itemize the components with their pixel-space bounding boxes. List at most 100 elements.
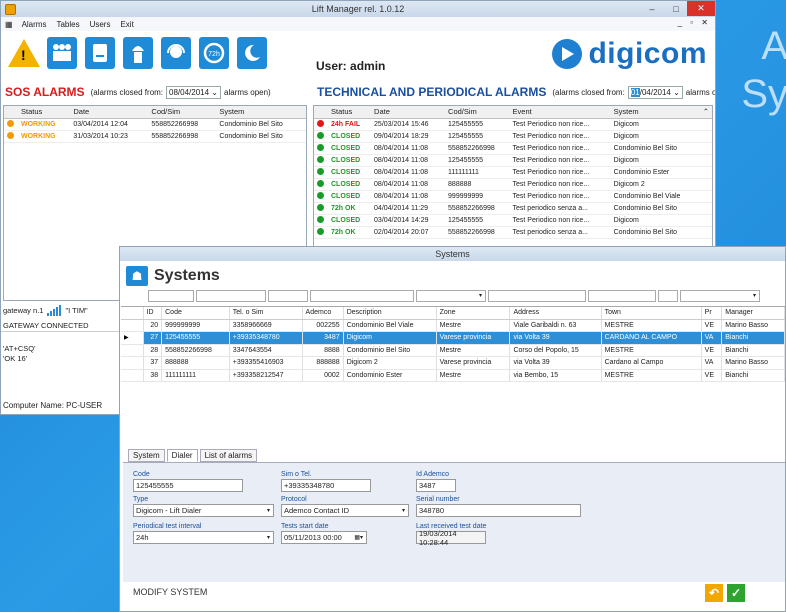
protocol-select[interactable]: Ademco Contact ID ▾ [281, 504, 409, 517]
tech-col-system[interactable]: System [610, 106, 700, 119]
filter-ademco[interactable] [268, 290, 308, 302]
night-mode-icon[interactable] [237, 37, 267, 69]
col-pr[interactable]: Pr [701, 307, 723, 320]
scroll-track[interactable] [699, 142, 712, 155]
row-selector[interactable]: ▶ [121, 331, 144, 345]
sos-date-picker[interactable]: 08/04/2014 ⌄ [166, 85, 222, 99]
tech-row[interactable]: 72h OK 04/04/2014 11:29 558852266998 Test p… [314, 202, 712, 215]
scroll-track[interactable] [699, 154, 712, 167]
tech-row[interactable]: CLOSED 08/04/2014 11:08 888888 Test Periodi… [314, 178, 712, 191]
col-manager[interactable]: Manager [721, 307, 785, 320]
confirm-check-icon[interactable]: ✓ [727, 584, 745, 602]
tech-row[interactable]: CLOSED 08/04/2014 11:08 558852266998 Test P… [314, 142, 712, 155]
row-selector[interactable] [121, 356, 144, 370]
tech-row[interactable]: 24h FAIL 25/03/2014 15:46 125455555 Test Pe… [314, 118, 712, 131]
tab-system[interactable]: System [128, 449, 165, 462]
systems-row[interactable]: ▶ 27 125455555 +39335348780 3487 Digicom Vares… [121, 331, 785, 345]
scroll-track[interactable] [699, 190, 712, 203]
operator-headset-icon[interactable] [161, 37, 191, 69]
tech-date-picker[interactable]: 01/04/2014 ⌄ [627, 85, 683, 99]
filter-pr[interactable] [658, 290, 678, 302]
systems-cell-manager: Marino Basso [721, 319, 785, 332]
filter-address[interactable] [488, 290, 586, 302]
tab-list-of-alarms[interactable]: List of alarms [199, 449, 258, 462]
type-select[interactable]: Digicom - Lift Dialer ▾ [133, 504, 274, 517]
row-selector[interactable] [121, 344, 144, 357]
scroll-track[interactable] [699, 226, 712, 239]
technician-icon[interactable] [123, 37, 153, 69]
systems-header: ☗ Systems [120, 261, 785, 291]
interval-select[interactable]: 24h ▾ [133, 531, 274, 544]
tech-cod: 558852266998 [445, 226, 510, 239]
col-id[interactable]: ID [143, 307, 163, 320]
72h-cycle-icon[interactable]: 72h [199, 37, 229, 69]
tech-col-event[interactable]: Event [509, 106, 611, 119]
systems-cell-tel-o-sim: 3347643554 [229, 344, 303, 357]
scroll-track[interactable] [699, 178, 712, 191]
serial-field[interactable]: 348780 [416, 504, 581, 517]
scroll-track[interactable] [699, 130, 712, 143]
minimize-icon[interactable]: – [641, 1, 663, 16]
col-description[interactable]: Description [343, 307, 437, 320]
menu-app-icon[interactable]: ▦ [1, 20, 17, 29]
reports-icon[interactable] [85, 37, 115, 69]
filter-description[interactable] [310, 290, 414, 302]
tech-col-codsim[interactable]: Cod/Sim [445, 106, 510, 119]
filter-tel[interactable] [196, 290, 266, 302]
filter-zone[interactable]: ▾ [416, 290, 486, 302]
menu-exit[interactable]: Exit [115, 20, 138, 29]
filter-town[interactable] [588, 290, 656, 302]
systems-row[interactable]: 20 999999999 3358966669 002255 Condominio Be… [121, 319, 785, 332]
sos-col-codsim[interactable]: Cod/Sim [148, 106, 217, 119]
tech-status: CLOSED [328, 130, 372, 143]
systems-row[interactable]: 28 558852266998 3347643554 8888 Condominio B… [121, 344, 785, 357]
tech-row[interactable]: CLOSED 08/04/2014 11:08 111111111 Test Peri… [314, 166, 712, 179]
undo-icon[interactable]: ↶ [705, 584, 723, 602]
filter-manager[interactable]: ▾ [680, 290, 760, 302]
alarm-warning-icon[interactable]: ! [8, 37, 40, 69]
tech-row[interactable]: CLOSED 03/04/2014 14:29 125455555 Test Peri… [314, 214, 712, 227]
menu-tables[interactable]: Tables [51, 20, 84, 29]
calendar-icon[interactable]: ▦▾ [354, 534, 363, 541]
sos-col-status[interactable]: Status [18, 106, 71, 119]
tech-row[interactable]: 72h OK 02/04/2014 20:07 558852266998 Test p… [314, 226, 712, 239]
row-selector[interactable] [121, 319, 144, 332]
col-zone[interactable]: Zone [436, 307, 511, 320]
tech-row[interactable]: CLOSED 08/04/2014 11:08 999999999 Test Peri… [314, 190, 712, 203]
dialer-panel: Code 125455555 Sim o Tel. +39335348780 I… [123, 462, 785, 582]
tech-row[interactable]: CLOSED 08/04/2014 11:08 125455555 Test Peri… [314, 154, 712, 167]
systems-row[interactable]: 37 888888 +393355416903 888888 Digicom 2 Vare… [121, 356, 785, 370]
scroll-up-icon[interactable]: ⌃ [699, 106, 712, 119]
tech-col-date[interactable]: Date [371, 106, 446, 119]
users-icon[interactable] [47, 37, 77, 69]
col-address[interactable]: Address [509, 307, 602, 320]
menu-users[interactable]: Users [85, 20, 116, 29]
scroll-track[interactable] [699, 214, 712, 227]
col-tel[interactable]: Tel. o Sim [229, 307, 303, 320]
scroll-track[interactable] [699, 202, 712, 215]
maximize-icon[interactable]: □ [665, 1, 687, 16]
sos-col-date[interactable]: Date [70, 106, 149, 119]
mdi-window-controls[interactable]: _ ▫ ✕ [678, 18, 711, 27]
col-ademco[interactable]: Ademco [302, 307, 344, 320]
filter-code[interactable] [148, 290, 194, 302]
scroll-track[interactable] [699, 166, 712, 179]
sos-row[interactable]: WORKING 03/04/2014 12:04 558852266998 Condo… [4, 118, 306, 131]
systems-row[interactable]: 38 111111111 +393358212547 0002 Condominio E… [121, 369, 785, 382]
start-date-picker[interactable]: 05/11/2013 00:00 ▦▾ [281, 531, 367, 544]
col-code[interactable]: Code [161, 307, 230, 320]
col-town[interactable]: Town [601, 307, 702, 320]
tech-event: Test periodico senza a... [509, 226, 611, 239]
code-field[interactable]: 125455555 [133, 479, 243, 492]
ademco-field[interactable]: 3487 [416, 479, 456, 492]
tech-col-status[interactable]: Status [328, 106, 372, 119]
menu-alarms[interactable]: Alarms [17, 20, 52, 29]
sim-field[interactable]: +39335348780 [281, 479, 371, 492]
sos-col-system[interactable]: System [216, 106, 306, 119]
close-icon[interactable]: ✕ [687, 1, 715, 16]
sos-row[interactable]: WORKING 31/03/2014 10:23 558852266998 Condo… [4, 130, 306, 143]
tech-row[interactable]: CLOSED 09/04/2014 18:29 125455555 Test Peri… [314, 130, 712, 143]
row-selector[interactable] [121, 369, 144, 382]
scroll-track[interactable] [699, 118, 712, 131]
tab-dialer[interactable]: Dialer [166, 449, 198, 462]
